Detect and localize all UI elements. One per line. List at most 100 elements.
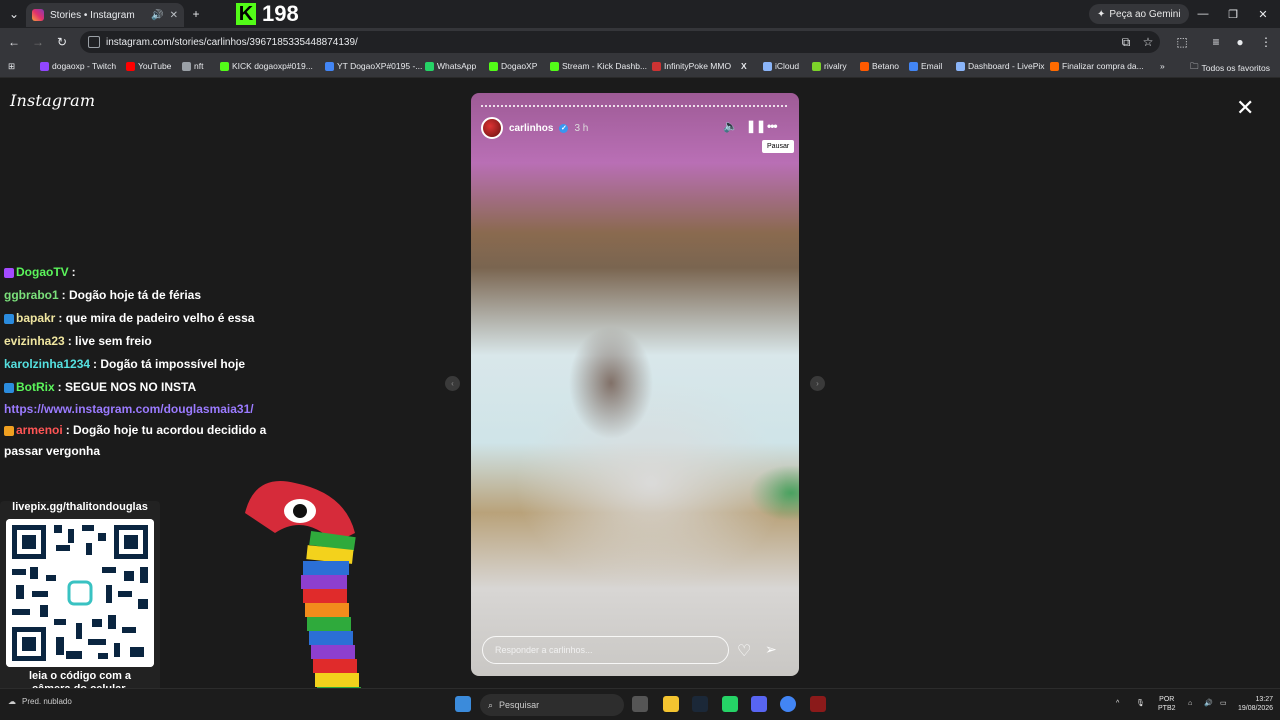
reload-button[interactable]: ↻ [52, 32, 72, 52]
clock[interactable]: 13:27 19/08/2026 [1238, 695, 1273, 713]
story-header: carlinhos ✓ 3 h [481, 117, 588, 139]
app-icon[interactable] [810, 696, 826, 712]
discord-icon[interactable] [751, 696, 767, 712]
reply-input[interactable]: Responder a carlinhos... [482, 636, 729, 664]
chat-username: ggbrabo1 [4, 288, 59, 302]
chat-badge-icon [4, 313, 14, 324]
tab-close-icon[interactable]: ✕ [170, 10, 178, 21]
chat-text: : Dogão hoje tu acordou decidido a [65, 423, 267, 437]
pause-icon[interactable]: ❚❚ [746, 119, 766, 133]
weather-widget[interactable]: ☁ Pred. nublado [8, 697, 72, 706]
chat-message: armenoi: Dogão hoje tu acordou decidido … [4, 423, 266, 437]
whatsapp-icon[interactable] [722, 696, 738, 712]
bookmark-label: iCloud [775, 61, 800, 71]
all-bookmarks-folder[interactable]: 🗀 Todos os favoritos [1190, 61, 1270, 75]
bookmark-item[interactable]: YT DogaoXP#0195 -... [325, 61, 422, 71]
story-username[interactable]: carlinhos [509, 123, 553, 134]
language-line-1: POR [1159, 696, 1175, 703]
chat-link[interactable]: https://www.instagram.com/douglasmaia31/ [4, 402, 254, 416]
back-button[interactable]: ← [4, 32, 24, 52]
profile-avatar-icon[interactable]: ● [1230, 32, 1250, 52]
bookmark-label: Dashboard - LivePix [968, 61, 1045, 71]
bookmark-favicon-icon: X [741, 61, 747, 71]
tab-audio-icon[interactable]: 🔊 [151, 10, 163, 21]
story-media[interactable]: carlinhos ✓ 3 h 🔈 ❚❚ ••• Pausar Responde… [471, 93, 799, 676]
address-bar[interactable]: instagram.com/stories/carlinhos/39671853… [80, 31, 1160, 53]
tab-instagram-stories[interactable]: Stories • Instagram 🔊 ✕ [26, 3, 184, 27]
bookmark-star-icon[interactable]: ☆ [1138, 32, 1158, 52]
bookmark-favicon-icon [812, 61, 821, 71]
chrome-icon[interactable] [780, 696, 796, 712]
chat-message: karolzinha1234: Dogão tá impossível hoje [4, 357, 245, 371]
minimize-window-button[interactable]: — [1188, 4, 1218, 24]
bookmark-item[interactable]: Betano [860, 61, 899, 71]
start-button[interactable] [455, 696, 471, 712]
extensions-icon[interactable]: ⬚ [1172, 32, 1192, 52]
bookmark-item[interactable]: X [741, 61, 750, 71]
bookmark-item[interactable]: Email [909, 61, 942, 71]
story-avatar[interactable] [481, 117, 503, 139]
bookmark-label: Email [921, 61, 943, 71]
close-window-button[interactable]: ✕ [1248, 4, 1278, 24]
bookmark-item[interactable]: InfinityPoke MMO [652, 61, 731, 71]
send-direct-icon[interactable]: ➢ [765, 641, 777, 658]
bookmark-label: KICK dogaoxp#019... [232, 61, 313, 71]
chat-wrap-line: passar vergonha [4, 444, 101, 458]
bookmark-item[interactable]: Stream - Kick Dashb... [550, 61, 647, 71]
tray-overflow-icon[interactable]: ^ [1116, 699, 1119, 708]
instagram-logo[interactable]: Instagram [10, 91, 95, 110]
instagram-favicon-icon [32, 9, 44, 21]
browser-menu-icon[interactable]: ⋮ [1256, 32, 1276, 52]
apps-grid-icon[interactable]: ⊞ [8, 61, 15, 72]
new-tab-button[interactable]: + [186, 4, 206, 24]
restore-window-button[interactable]: ❐ [1218, 4, 1248, 24]
steam-icon[interactable] [692, 696, 708, 712]
file-explorer-icon[interactable] [663, 696, 679, 712]
ask-gemini-button[interactable]: ✦ Peça ao Gemini [1089, 4, 1189, 24]
language-indicator[interactable]: POR PTB2 [1158, 695, 1176, 713]
microphone-icon[interactable]: 🎙 [1136, 699, 1145, 708]
search-icon: ⌕ [488, 699, 494, 710]
taskbar-search[interactable]: ⌕ Pesquisar [480, 694, 624, 716]
bookmark-label: InfinityPoke MMO [664, 61, 732, 71]
chat-badge-icon [4, 267, 14, 278]
taskbar-search-placeholder: Pesquisar [499, 700, 540, 710]
chat-message: bapakr: que mira de padeiro velho é essa [4, 311, 254, 325]
forward-button[interactable]: → [28, 32, 48, 52]
install-app-icon[interactable]: ⧉ [1116, 32, 1136, 52]
chat-text: : [71, 265, 76, 279]
verified-badge-icon: ✓ [559, 123, 569, 133]
task-view-icon[interactable] [632, 696, 648, 712]
tab-search-icon[interactable]: ⌄ [4, 4, 24, 24]
previous-story-button[interactable]: ‹ [445, 376, 460, 391]
reading-list-icon[interactable]: ≡ [1206, 32, 1226, 52]
bookmarks-overflow-icon[interactable]: » [1160, 61, 1165, 71]
bookmark-item[interactable]: dogaoxp - Twitch [40, 61, 116, 71]
battery-icon[interactable]: ▭ [1220, 699, 1227, 708]
bookmark-item[interactable]: nft [182, 61, 203, 71]
bookmark-item[interactable]: KICK dogaoxp#019... [220, 61, 313, 71]
bookmark-item[interactable]: rivalry [812, 61, 847, 71]
bookmarks-bar: ⊞ dogaoxp - Twitch YouTube nft KICK dogaoxp… [0, 56, 1280, 78]
volume-icon[interactable]: 🔈 [723, 119, 738, 133]
speaker-icon[interactable]: 🔊 [1204, 699, 1213, 708]
livepix-qr-panel: livepix.gg/thalitondouglas leia o código… [0, 501, 160, 703]
bookmark-item[interactable]: DogaoXP [489, 61, 537, 71]
weather-text: Pred. nublado [22, 697, 72, 706]
kick-viewer-counter: K 198 [236, 1, 299, 26]
bookmark-item[interactable]: Finalizar compra da... [1050, 61, 1144, 71]
more-options-icon[interactable]: ••• [767, 119, 778, 133]
bookmark-item[interactable]: YouTube [126, 61, 171, 71]
chat-message: ggbrabo1: Dogão hoje tá de férias [4, 288, 201, 302]
bookmark-item[interactable]: iCloud [763, 61, 799, 71]
network-icon[interactable]: ⌂ [1188, 699, 1192, 708]
like-heart-icon[interactable]: ♡ [737, 641, 751, 661]
close-stories-button[interactable]: ✕ [1236, 95, 1254, 121]
bookmark-item[interactable]: WhatsApp [425, 61, 476, 71]
bookmark-item[interactable]: Dashboard - LivePix [956, 61, 1045, 71]
next-story-button[interactable]: › [810, 376, 825, 391]
cloud-icon: ☁ [8, 697, 16, 706]
bookmark-label: nft [194, 61, 204, 71]
chat-username: evizinha23 [4, 334, 65, 348]
site-info-icon[interactable] [88, 36, 100, 48]
